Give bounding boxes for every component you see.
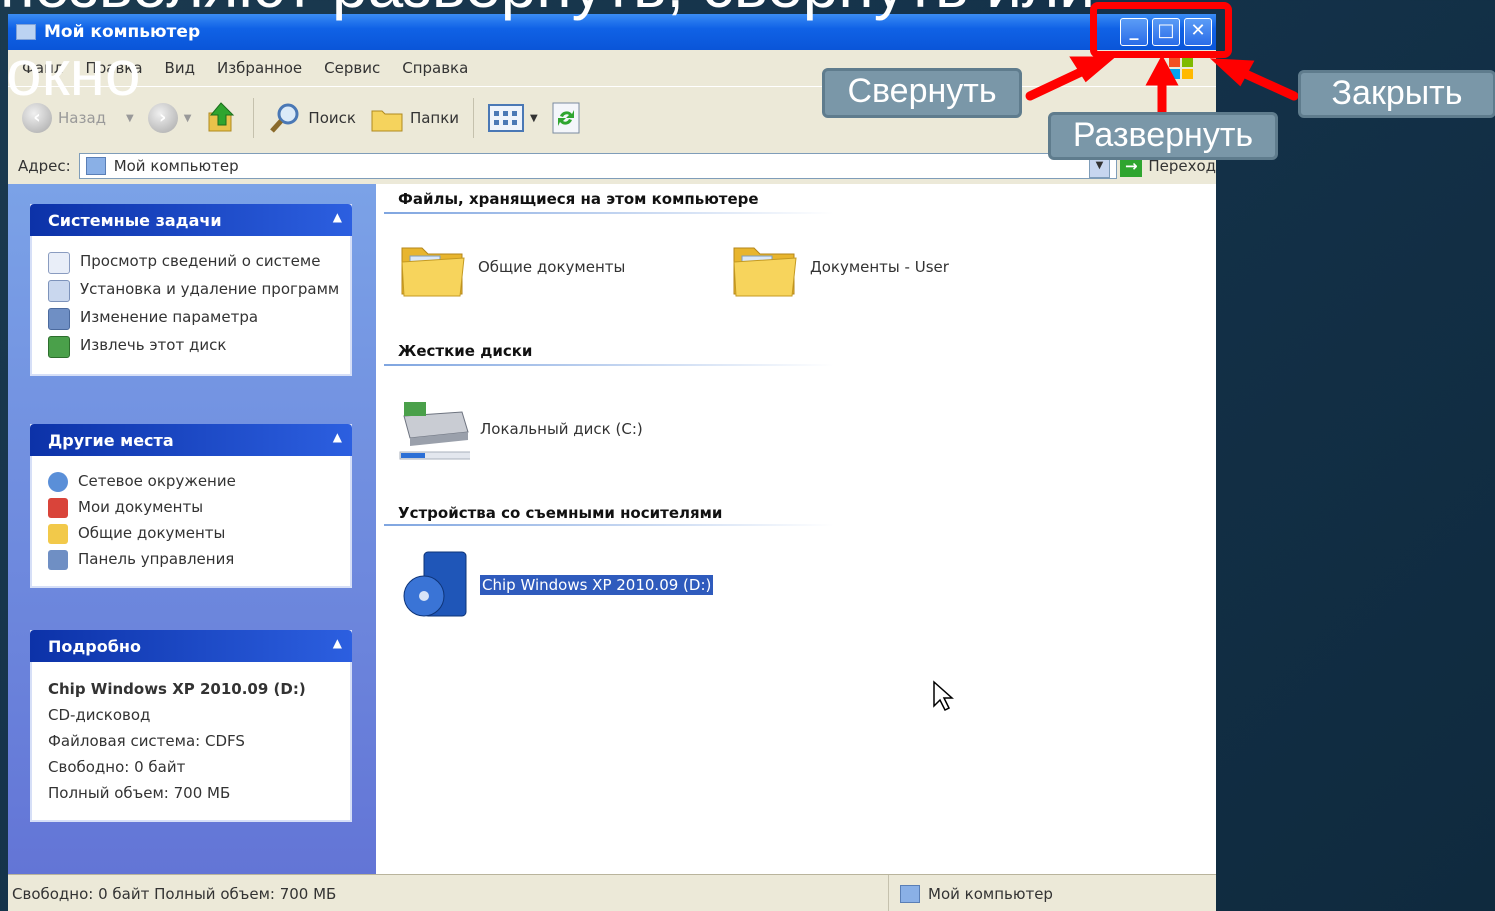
folder-icon bbox=[401, 247, 465, 297]
task-add-remove-programs[interactable]: Установка и удаление программ bbox=[48, 280, 340, 302]
details-header[interactable]: Подробно ▲ bbox=[30, 630, 352, 662]
folder-icon bbox=[733, 247, 797, 297]
folders-icon bbox=[371, 110, 403, 132]
section-divider bbox=[384, 524, 834, 526]
details-free: Свободно: 0 байт bbox=[48, 758, 186, 776]
system-info-icon bbox=[48, 252, 70, 274]
section-files-header: Файлы, хранящиеся на этом компьютере bbox=[398, 190, 759, 208]
details-type: CD-дисковод bbox=[48, 706, 151, 724]
hard-drive-icon bbox=[399, 402, 470, 460]
folders-label: Папки bbox=[409, 109, 460, 127]
system-tasks-panel: Системные задачи ▲ Просмотр сведений о с… bbox=[30, 204, 352, 376]
section-drives-header: Жесткие диски bbox=[398, 342, 533, 360]
cd-drive-label: Chip Windows XP 2010.09 (D:) bbox=[480, 575, 714, 595]
minimize-callout: Свернуть bbox=[822, 68, 1022, 118]
views-dropdown-icon: ▼ bbox=[530, 112, 538, 124]
task-pane: Системные задачи ▲ Просмотр сведений о с… bbox=[8, 184, 376, 874]
collapse-chevron-icon[interactable]: ▲ bbox=[333, 210, 342, 224]
address-label: Адрес: bbox=[18, 157, 71, 175]
folders-button[interactable]: Папки bbox=[370, 103, 459, 133]
task-label: Установка и удаление программ bbox=[80, 280, 340, 298]
place-label: Сетевое окружение bbox=[78, 472, 236, 490]
details-panel: Подробно ▲ Chip Windows XP 2010.09 (D:) … bbox=[30, 630, 352, 822]
up-folder-button[interactable] bbox=[205, 101, 239, 135]
details-total: Полный объем: 700 МБ bbox=[48, 784, 231, 802]
sync-button[interactable] bbox=[552, 102, 580, 134]
address-field[interactable]: Мой компьютер bbox=[78, 153, 1117, 179]
task-eject-disk[interactable]: Извлечь этот диск bbox=[48, 336, 340, 358]
task-label: Извлечь этот диск bbox=[80, 336, 227, 354]
other-places-list: Сетевое окружение Мои документы Общие до… bbox=[32, 456, 350, 586]
control-panel-icon bbox=[48, 550, 68, 570]
add-remove-programs-icon bbox=[48, 280, 70, 302]
place-shared-documents[interactable]: Общие документы bbox=[48, 524, 340, 544]
place-control-panel[interactable]: Панель управления bbox=[48, 550, 340, 570]
sync-icon bbox=[552, 102, 580, 134]
maximize-callout: Развернуть bbox=[1048, 112, 1278, 160]
mouse-cursor-icon bbox=[933, 680, 954, 712]
other-places-header[interactable]: Другие места ▲ bbox=[30, 424, 352, 456]
system-tasks-title: Системные задачи bbox=[48, 210, 222, 230]
user-documents-item[interactable]: Документы - User bbox=[730, 234, 949, 300]
other-places-panel: Другие места ▲ Сетевое окружение Мои док… bbox=[30, 424, 352, 588]
details-filesystem: Файловая система: CDFS bbox=[48, 732, 245, 750]
address-value: Мой компьютер bbox=[113, 157, 239, 175]
my-computer-icon bbox=[900, 885, 920, 903]
task-view-system-info[interactable]: Просмотр сведений о системе bbox=[48, 252, 340, 274]
forward-dropdown-icon[interactable]: ▼ bbox=[184, 113, 192, 124]
status-right-text: Мой компьютер bbox=[928, 885, 1053, 903]
place-my-documents[interactable]: Мои документы bbox=[48, 498, 340, 518]
system-tasks-list: Просмотр сведений о системе Установка и … bbox=[32, 236, 350, 374]
address-bar: Адрес: Мой компьютер ▼ → Переход bbox=[8, 148, 1216, 184]
cd-drive-icon bbox=[403, 551, 467, 617]
views-icon bbox=[488, 104, 525, 132]
forward-button[interactable]: › ▼ bbox=[147, 103, 192, 133]
views-button[interactable]: ▼ bbox=[488, 104, 538, 132]
network-icon bbox=[48, 472, 68, 492]
back-dropdown-icon[interactable]: ▼ bbox=[126, 113, 134, 124]
local-disk-label: Локальный диск (C:) bbox=[480, 420, 643, 438]
place-label: Мои документы bbox=[78, 498, 204, 516]
local-disk-item[interactable]: Локальный диск (C:) bbox=[398, 398, 643, 460]
status-bar: Свободно: 0 байт Полный объем: 700 МБ Мо… bbox=[8, 874, 1216, 911]
eject-disk-icon bbox=[48, 336, 70, 358]
folder-icon bbox=[48, 524, 68, 544]
my-documents-icon bbox=[48, 498, 68, 518]
status-divider bbox=[888, 875, 889, 911]
task-label: Изменение параметра bbox=[80, 308, 259, 326]
search-button[interactable]: Поиск bbox=[268, 101, 356, 135]
place-network[interactable]: Сетевое окружение bbox=[48, 472, 340, 492]
task-change-setting[interactable]: Изменение параметра bbox=[48, 308, 340, 330]
back-label: Назад bbox=[58, 109, 107, 127]
task-label: Просмотр сведений о системе bbox=[80, 252, 321, 270]
cd-drive-item[interactable]: Chip Windows XP 2010.09 (D:) bbox=[402, 550, 714, 620]
window-controls-highlight bbox=[1090, 2, 1232, 58]
my-computer-icon bbox=[85, 157, 106, 175]
details-body: Chip Windows XP 2010.09 (D:) CD-дисковод… bbox=[32, 662, 350, 820]
system-tasks-header[interactable]: Системные задачи ▲ bbox=[30, 204, 352, 236]
place-label: Общие документы bbox=[78, 524, 226, 542]
user-documents-label: Документы - User bbox=[810, 258, 949, 276]
forward-arrow-icon: › bbox=[147, 103, 178, 133]
content-pane: Файлы, хранящиеся на этом компьютере Общ… bbox=[376, 184, 1216, 874]
other-places-title: Другие места bbox=[48, 430, 174, 450]
section-divider bbox=[384, 364, 834, 366]
control-panel-icon bbox=[48, 308, 70, 330]
shared-documents-item[interactable]: Общие документы bbox=[398, 234, 625, 300]
details-name: Chip Windows XP 2010.09 (D:) bbox=[48, 680, 306, 698]
status-left-text: Свободно: 0 байт Полный объем: 700 МБ bbox=[12, 885, 337, 903]
status-right: Мой компьютер bbox=[900, 885, 1053, 903]
collapse-chevron-icon[interactable]: ▲ bbox=[333, 636, 342, 650]
search-label: Поиск bbox=[308, 109, 356, 127]
shared-documents-label: Общие документы bbox=[478, 258, 626, 276]
search-icon bbox=[270, 103, 299, 133]
explorer-window: Мой компьютер _ □ ✕ Файл Правка Вид Избр… bbox=[8, 14, 1216, 911]
section-removable-header: Устройства со съемными носителями bbox=[398, 504, 723, 522]
up-folder-icon bbox=[208, 102, 235, 132]
collapse-chevron-icon[interactable]: ▲ bbox=[333, 430, 342, 444]
section-divider bbox=[384, 212, 834, 214]
close-callout: Закрыть bbox=[1298, 70, 1495, 118]
place-label: Панель управления bbox=[78, 550, 235, 568]
details-title: Подробно bbox=[48, 636, 141, 656]
